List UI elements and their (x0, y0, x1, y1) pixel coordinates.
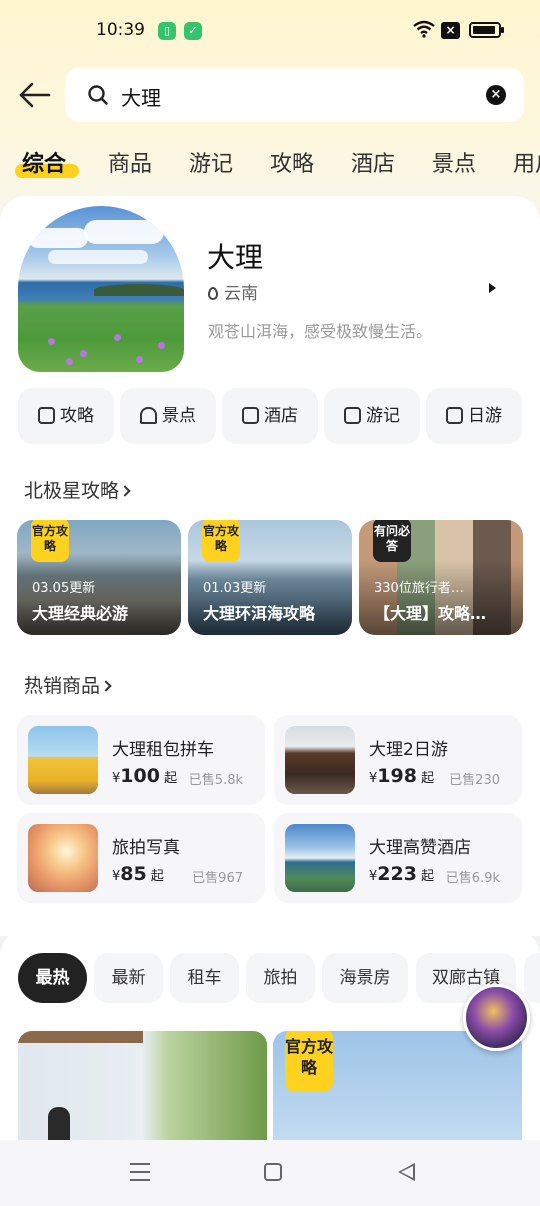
filter-chip-more[interactable] (524, 953, 540, 1003)
back-arrow-icon[interactable] (18, 80, 52, 110)
guide-card[interactable]: 官方攻略 03.05更新 大理经典必游 (17, 520, 181, 635)
play-arrow-icon[interactable] (489, 283, 496, 293)
filter-chip-photo-tour[interactable]: 旅拍 (246, 953, 315, 1003)
product-sold-count: 已售230 (449, 773, 500, 788)
product-image (285, 726, 355, 794)
quick-link-hotels[interactable]: 酒店 (222, 388, 318, 444)
product-card[interactable]: 旅拍写真 ¥85 起 已售967 (17, 813, 265, 903)
guide-date: 03.05更新 (32, 581, 96, 596)
product-price: ¥85 起 (112, 863, 164, 885)
search-input[interactable]: 大理 (121, 82, 161, 111)
tab-users[interactable]: 用户 (513, 146, 540, 178)
shield-app-icon: ✓ (184, 22, 202, 40)
official-guide-badge: 官方攻略 (202, 520, 240, 562)
floating-avatar-button[interactable] (463, 984, 530, 1051)
tab-travelogues[interactable]: 游记 (189, 146, 233, 178)
guides-section-title[interactable]: 北极星攻略 (24, 476, 131, 503)
no-sim-icon: × (441, 22, 460, 39)
chevron-right-icon (100, 680, 112, 692)
guide-title: 大理经典必游 (32, 604, 129, 623)
filter-chip-hottest[interactable]: 最热 (18, 953, 87, 1003)
destination-tagline: 观苍山洱海，感受极致慢生活。 (208, 322, 433, 341)
quick-link-guides[interactable]: 攻略 (18, 388, 114, 444)
tab-guides[interactable]: 攻略 (270, 146, 314, 178)
product-name: 旅拍写真 (112, 838, 180, 858)
hotel-icon (242, 407, 259, 424)
product-card[interactable]: 大理2日游 ¥198 起 已售230 (274, 715, 522, 805)
official-guide-badge: 官方攻略 (31, 520, 69, 562)
filter-chip-newest[interactable]: 最新 (94, 953, 163, 1003)
quick-link-label: 攻略 (60, 406, 94, 426)
guide-title: 大理环洱海攻略 (203, 604, 316, 623)
quick-link-travelogues[interactable]: 游记 (324, 388, 420, 444)
product-name: 大理高赞酒店 (369, 838, 471, 858)
product-card[interactable]: 大理租包拼车 ¥100 起 已售5.8k (17, 715, 265, 805)
region-label: 云南 (224, 284, 258, 304)
product-image (285, 824, 355, 892)
destination-name: 大理 (207, 241, 264, 274)
destination-photo[interactable] (18, 206, 184, 372)
product-price: ¥100 起 (112, 765, 178, 787)
guide-title: 【大理】攻略… (374, 604, 487, 623)
product-image (28, 726, 98, 794)
guide-date: 01.03更新 (203, 581, 267, 596)
tab-attractions[interactable]: 景点 (432, 146, 476, 178)
system-nav-bar (0, 1140, 540, 1206)
location-pin-icon (208, 287, 218, 300)
recent-apps-icon[interactable] (130, 1163, 150, 1181)
product-sold-count: 已售5.8k (188, 773, 243, 788)
product-sold-count: 已售967 (192, 871, 243, 886)
search-bar[interactable]: 大理 × (65, 68, 524, 122)
battery-icon (469, 22, 504, 38)
ticket-icon (446, 407, 463, 424)
notification-app-icon: ▯ (158, 22, 176, 40)
guide-card[interactable]: 有问必答 330位旅行者… 【大理】攻略… (359, 520, 523, 635)
quick-link-label: 游记 (366, 406, 400, 426)
chevron-right-icon (119, 485, 131, 497)
filter-chip-car-rental[interactable]: 租车 (170, 953, 239, 1003)
feed-post-image[interactable] (18, 1031, 267, 1141)
tab-all[interactable]: 综合 (22, 146, 66, 178)
destination-region[interactable]: 云南 (208, 279, 258, 304)
product-name: 大理2日游 (369, 740, 448, 760)
quick-link-label: 景点 (162, 406, 196, 426)
guide-icon (38, 407, 55, 424)
quick-link-label: 日游 (468, 406, 502, 426)
guide-date: 330位旅行者… (374, 581, 464, 596)
product-price: ¥198 起 (369, 765, 435, 787)
section-title-text: 北极星攻略 (24, 480, 120, 502)
qa-badge: 有问必答 (373, 520, 411, 562)
product-price: ¥223 起 (369, 863, 435, 885)
official-guide-badge: 官方攻略 (285, 1031, 333, 1092)
tab-products[interactable]: 商品 (108, 146, 152, 178)
home-icon[interactable] (264, 1163, 282, 1181)
back-triangle-icon[interactable] (398, 1163, 415, 1181)
filter-chip-sea-view-room[interactable]: 海景房 (322, 953, 408, 1003)
product-card[interactable]: 大理高赞酒店 ¥223 起 已售6.9k (274, 813, 522, 903)
quick-link-label: 酒店 (264, 406, 298, 426)
wifi-icon (413, 20, 435, 38)
tab-hotels[interactable]: 酒店 (351, 146, 395, 178)
clear-search-icon[interactable]: × (486, 85, 506, 105)
quick-link-attractions[interactable]: 景点 (120, 388, 216, 444)
status-time: 10:39 (96, 20, 145, 40)
category-tabs: 综合 商品 游记 攻略 酒店 景点 用户 (0, 140, 540, 184)
mountain-icon (140, 407, 157, 424)
quick-link-day-tours[interactable]: 日游 (426, 388, 522, 444)
book-icon (344, 407, 361, 424)
section-title-text: 热销商品 (24, 675, 101, 697)
search-icon (88, 85, 108, 105)
status-bar: 10:39 ▯ ✓ × (0, 0, 540, 62)
product-sold-count: 已售6.9k (445, 871, 500, 886)
products-section-title[interactable]: 热销商品 (24, 671, 112, 698)
product-image (28, 824, 98, 892)
guide-card[interactable]: 官方攻略 01.03更新 大理环洱海攻略 (188, 520, 352, 635)
product-name: 大理租包拼车 (112, 740, 214, 760)
